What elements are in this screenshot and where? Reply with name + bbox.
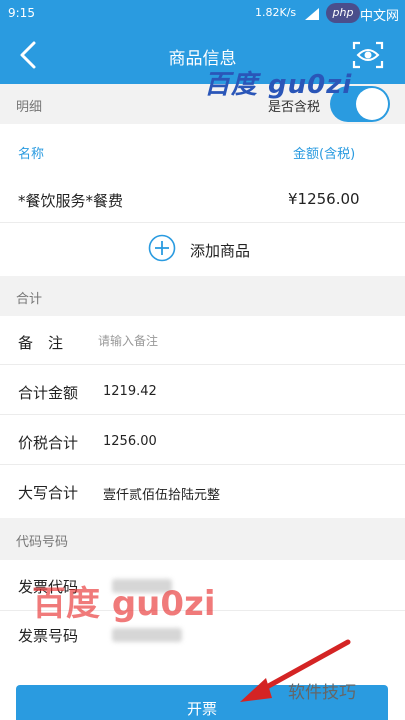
divider: [0, 414, 405, 415]
item-amount: ¥1256.00: [288, 190, 360, 208]
tax-toggle-knob: [356, 88, 388, 120]
signal-icon: [305, 8, 319, 20]
watermark-logo-red: 百度 gu0zi: [32, 584, 216, 624]
php-badge-suffix: 中文网: [360, 9, 400, 24]
divider: [0, 364, 405, 365]
total-amount-label: 合计金额: [18, 384, 79, 402]
column-amount-header: 金额(含税): [293, 147, 356, 162]
watermark-tip: 软件技巧: [288, 683, 356, 703]
invoice-number-label: 发票号码: [18, 627, 79, 645]
uppercase-total-value: 壹仟贰佰伍拾陆元整: [103, 488, 221, 503]
item-name: *餐饮服务*餐费: [18, 192, 124, 210]
add-item-label: 添加商品: [190, 242, 251, 260]
php-badge: php: [326, 3, 360, 23]
total-amount-value: 1219.42: [103, 384, 157, 399]
code-section-header: 代码号码: [0, 518, 405, 560]
add-item-button[interactable]: 添加商品: [0, 226, 405, 272]
network-speed: 1.82K/s: [255, 6, 297, 19]
totals-section-label: 合计: [16, 292, 43, 307]
plus-circle-icon: [148, 234, 176, 262]
column-name-header: 名称: [18, 147, 45, 162]
uppercase-total-label: 大写合计: [18, 484, 79, 502]
divider: [0, 464, 405, 465]
details-section-label: 明细: [16, 100, 43, 115]
status-time: 9:15: [8, 6, 35, 20]
invoice-number-redacted: [112, 628, 182, 642]
eye-scan-icon[interactable]: [352, 40, 384, 70]
code-section-label: 代码号码: [16, 535, 69, 550]
divider: [0, 222, 405, 223]
remark-input[interactable]: [98, 328, 298, 354]
tax-total-label: 价税合计: [18, 434, 79, 452]
totals-section-header: 合计: [0, 276, 405, 316]
remark-label: 备 注: [18, 334, 64, 352]
tax-total-value: 1256.00: [103, 434, 157, 449]
status-bar: 9:15 1.82K/s php 中文网: [0, 0, 405, 28]
watermark-logo-top: 百度 gu0zi: [204, 70, 353, 100]
